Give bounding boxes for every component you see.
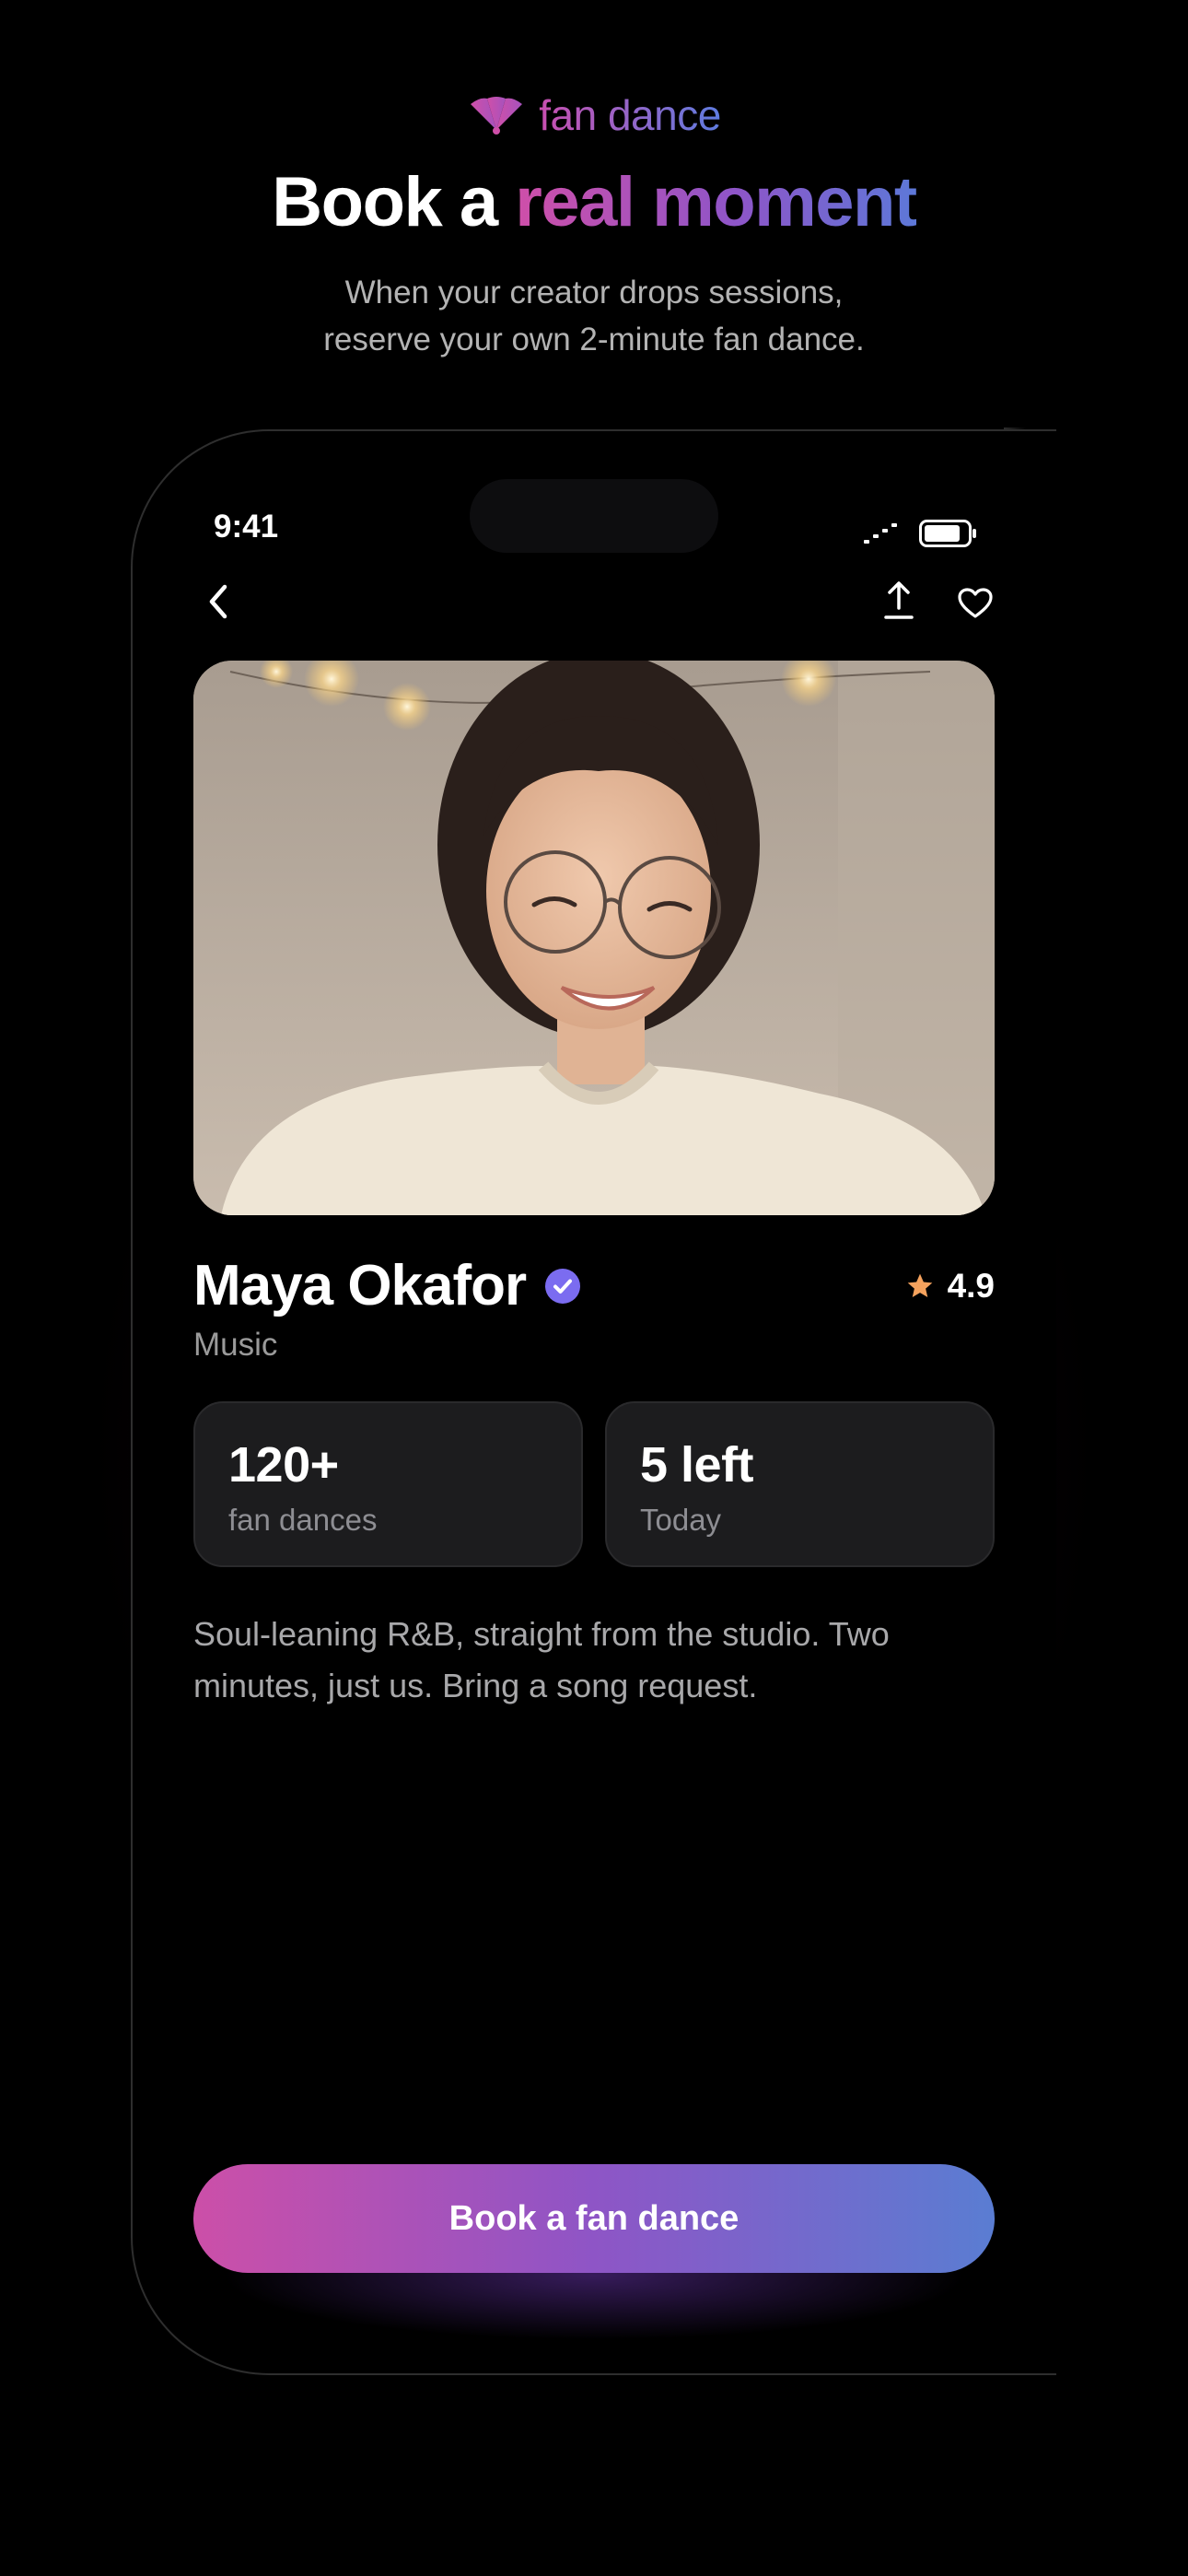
signal-icon [864, 523, 897, 544]
share-icon[interactable] [882, 580, 915, 621]
subhead-line-2: reserve your own 2-minute fan dance. [323, 322, 865, 357]
verified-check-icon [545, 1268, 581, 1304]
creator-portrait-image [193, 661, 995, 1215]
page-subhead: When your creator drops sessions, reserv… [226, 269, 962, 363]
fan-logo-icon [471, 97, 523, 135]
stat-value: 120+ [228, 1437, 339, 1493]
stat-label: Today [640, 1503, 722, 1537]
brand-name: fan dance [539, 91, 721, 139]
book-fan-dance-button[interactable]: Book a fan dance [193, 2164, 995, 2273]
creator-bio: Soul-leaning R&B, straight from the stud… [193, 1615, 890, 1704]
dynamic-island [470, 479, 718, 553]
creator-category: Music [193, 1327, 278, 1363]
phone-frame-edge [1004, 427, 1026, 429]
status-time: 9:41 [214, 509, 279, 544]
stat-value: 5 left [640, 1437, 754, 1493]
page-headline: Book a real moment [0, 168, 1188, 238]
stat-label: fan dances [228, 1503, 378, 1537]
battery-icon [919, 520, 976, 547]
creator-photo [193, 661, 995, 1215]
stat-card-availability: 5 left Today [605, 1401, 995, 1567]
rating-value: 4.9 [947, 1267, 995, 1305]
stat-card-fan-dances: 120+ fan dances [193, 1401, 583, 1567]
star-icon [907, 1273, 932, 1297]
creator-name-text: Maya Okafor [193, 1254, 527, 1317]
headline-accent: real moment [515, 163, 917, 241]
headline-plain: Book a [272, 163, 498, 241]
brand-header: fan dance [0, 90, 1188, 140]
creator-rating: 4.9 [905, 1267, 995, 1306]
creator-name: Maya Okafor [193, 1253, 581, 1318]
chevron-left-icon[interactable] [204, 583, 234, 620]
heart-icon[interactable] [958, 588, 993, 619]
subhead-line-1: When your creator drops sessions, [344, 275, 844, 310]
status-icons [864, 520, 978, 547]
